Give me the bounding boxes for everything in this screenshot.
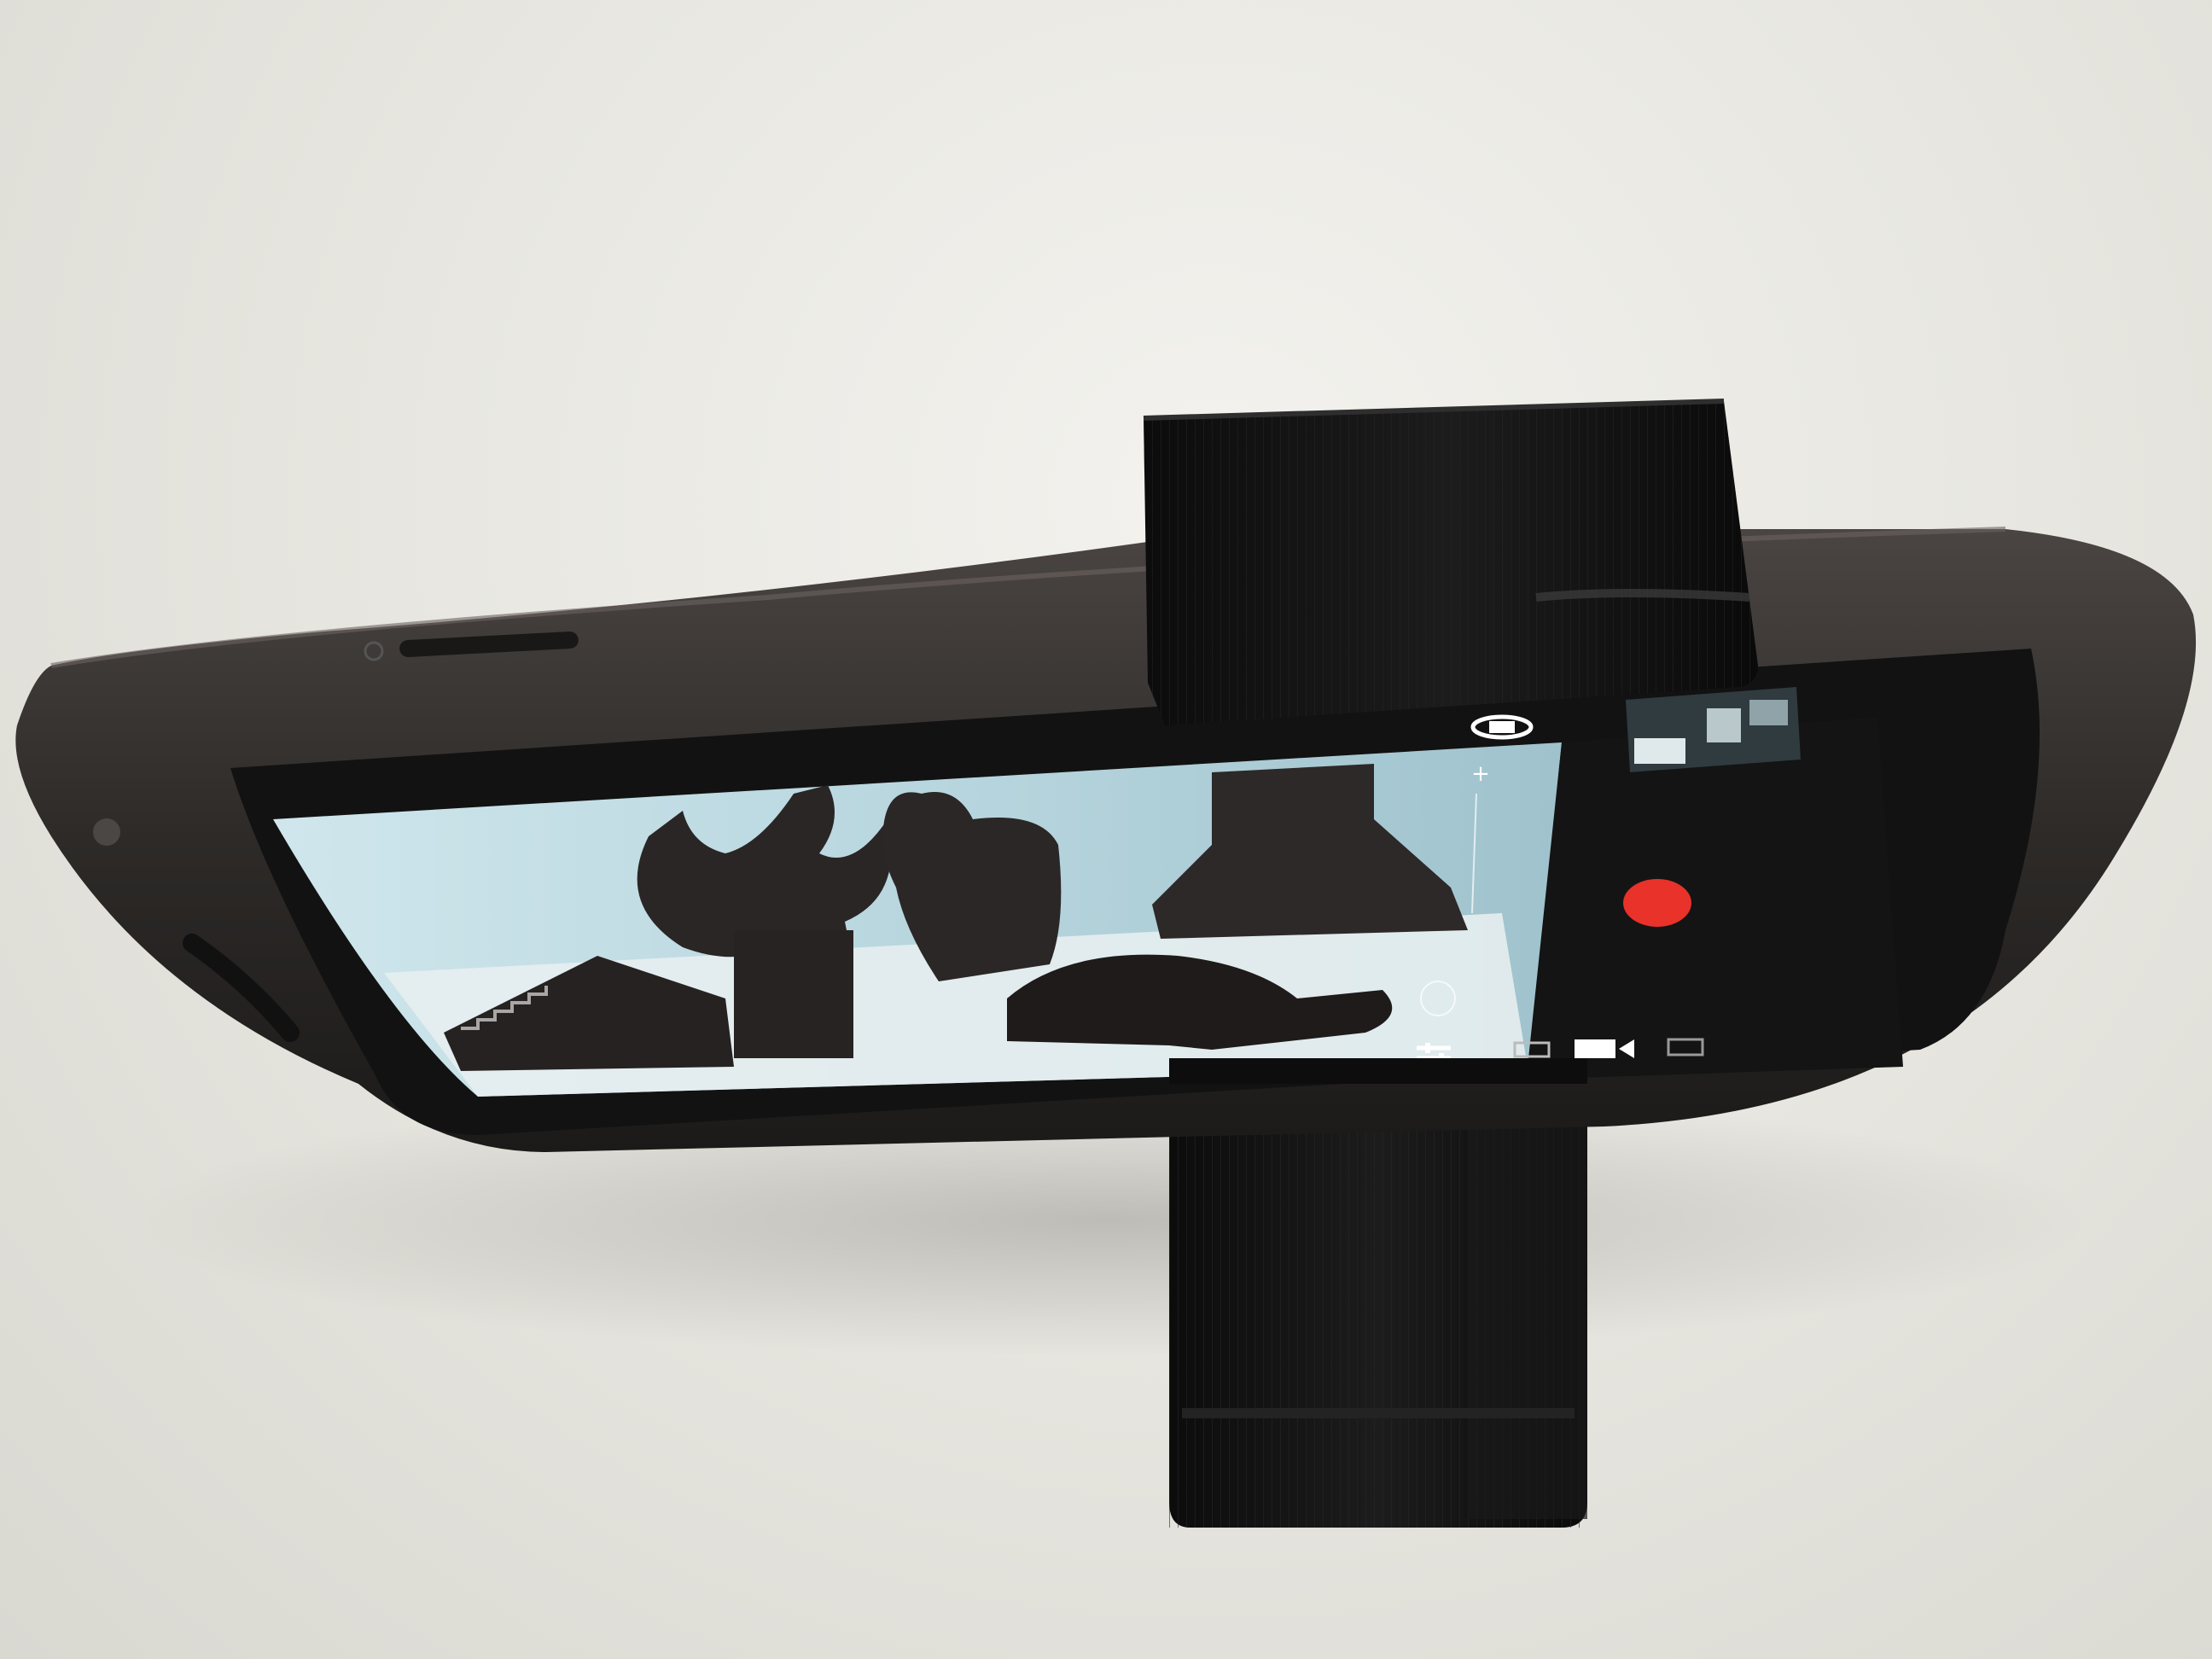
- photo-scene: +: [0, 0, 2212, 1659]
- phone-on-stand-illustration: +: [15, 399, 2197, 1528]
- front-camera: [93, 818, 120, 846]
- thumbnail-preview[interactable]: [1626, 687, 1801, 772]
- stand-clip: [1143, 399, 1758, 725]
- record-button[interactable]: [1623, 879, 1691, 927]
- zoom-plus-label: +: [1471, 761, 1490, 787]
- stand-joint: [1169, 1058, 1587, 1084]
